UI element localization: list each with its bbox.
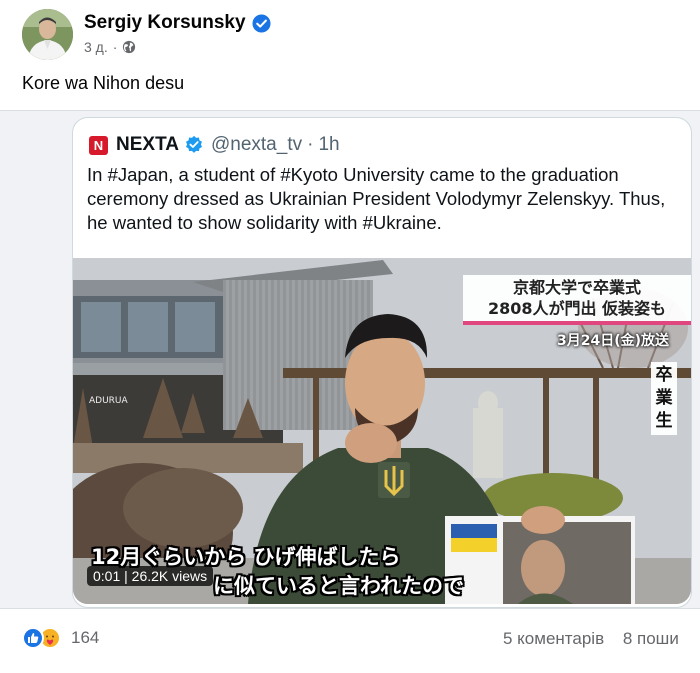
- tweet-author-name[interactable]: NEXTA: [116, 134, 179, 156]
- post-header: Sergiy Korsunsky 3 д. ·: [22, 9, 271, 60]
- author-name[interactable]: Sergiy Korsunsky: [84, 12, 246, 34]
- video-subtitle-line2: に似ていると言われたので: [213, 574, 464, 598]
- verified-badge-icon: [185, 135, 202, 153]
- globe-icon[interactable]: [122, 40, 136, 54]
- comments-count[interactable]: 5 коментарів: [503, 629, 604, 648]
- video-caption-line2: 2808人が門出 仮装姿も: [487, 299, 667, 318]
- reaction-count[interactable]: 164: [71, 628, 99, 648]
- nexta-logo-icon: N: [89, 135, 108, 155]
- video-vertical-label: 卒業生: [651, 362, 677, 435]
- tweet-header: N NEXTA @nexta_tv · 1h: [89, 134, 340, 156]
- tweet-separator: ·: [307, 134, 314, 155]
- post-time[interactable]: 3 д.: [84, 39, 108, 55]
- like-reaction-icon: [22, 627, 44, 649]
- tweet-time[interactable]: 1h: [318, 134, 339, 156]
- video-broadcast-date: 3月24日(金)放送: [556, 333, 669, 349]
- embedded-tweet-card[interactable]: N NEXTA @nexta_tv · 1h In #Japan, a stud…: [72, 117, 692, 608]
- shares-count[interactable]: 8 поши: [623, 629, 679, 648]
- avatar[interactable]: [22, 9, 73, 60]
- meta-separator: ·: [112, 39, 118, 55]
- tweet-video[interactable]: ADURUA 京都大学で卒業式 2808人が門出 仮装姿も 3月24日(金)放送…: [73, 258, 691, 604]
- post-stats: 5 коментарів 8 поши: [503, 629, 679, 649]
- video-caption-title: 京都大学で卒業式 2808人が門出 仮装姿も: [463, 275, 691, 325]
- video-caption-line1: 京都大学で卒業式: [512, 278, 641, 297]
- tweet-text: In #Japan, a student of #Kyoto Universit…: [87, 164, 666, 233]
- avatar-image: [22, 9, 73, 60]
- post-text: Kore wa Nihon desu: [22, 73, 185, 93]
- reaction-summary[interactable]: 164: [22, 627, 99, 649]
- divider: [0, 608, 700, 609]
- verified-badge-icon: [252, 13, 271, 33]
- tweet-handle[interactable]: @nexta_tv: [211, 134, 302, 156]
- building-sign-text: ADURUA: [89, 396, 129, 406]
- video-time-views: 0:01 | 26.2K views: [87, 566, 214, 586]
